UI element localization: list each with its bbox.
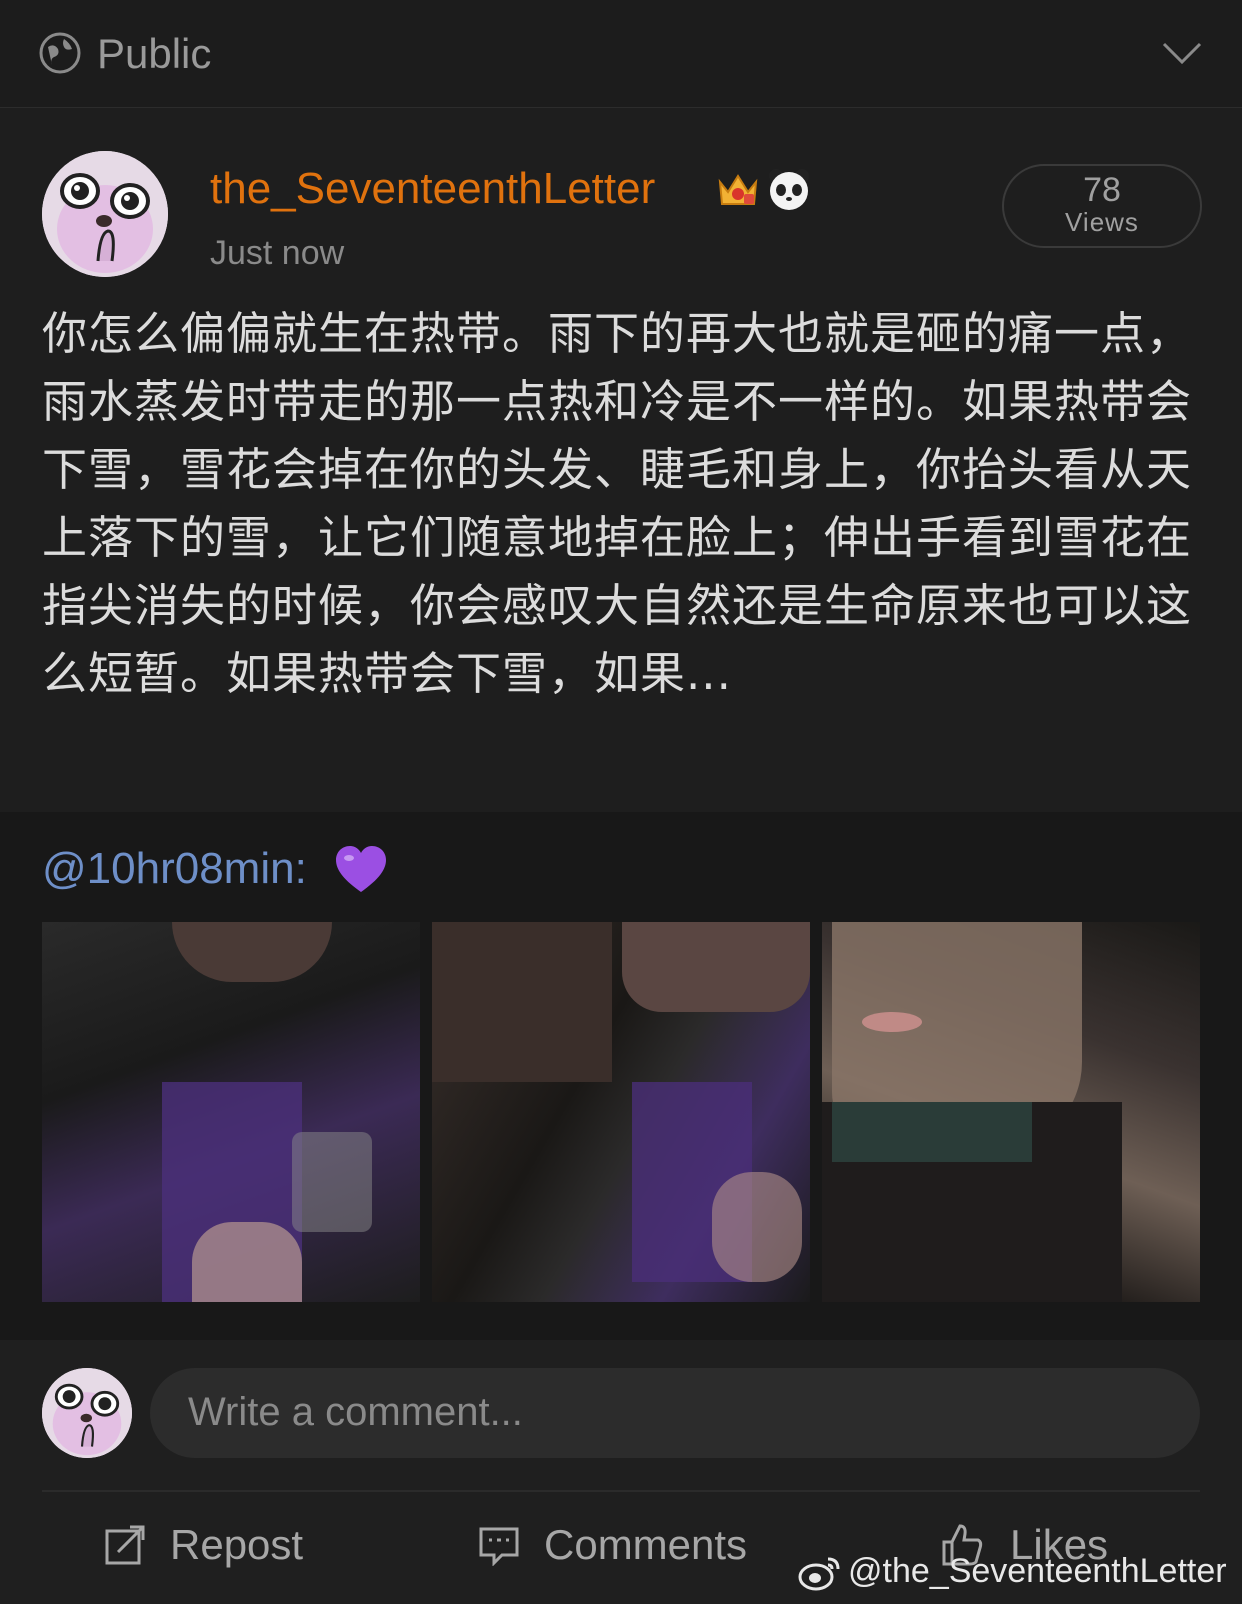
repost-label: Repost <box>170 1521 304 1568</box>
weibo-watermark: @the_SeventeenthLetter <box>798 1552 1227 1591</box>
views-count: 78 <box>1083 171 1121 209</box>
views-label: Views <box>1065 207 1139 237</box>
post-body-text[interactable]: 你怎么偏偏就生在热带。雨下的再大也就是砸的痛一点，雨水蒸发时带走的那一点热和冷是… <box>42 300 1192 708</box>
chevron-down-icon[interactable] <box>1162 40 1202 66</box>
comment-icon <box>479 1527 519 1566</box>
comment-placeholder: Write a comment... <box>188 1390 523 1434</box>
photo-2[interactable] <box>432 922 810 1302</box>
post-card: the_SeventeenthLetter Just now 78 Views … <box>0 108 1242 812</box>
repost-icon <box>105 1525 145 1565</box>
divider <box>42 1490 1200 1492</box>
avatar[interactable] <box>42 151 168 277</box>
visibility-bar[interactable]: Public <box>0 0 1242 108</box>
comments-button[interactable]: Comments <box>478 1510 747 1580</box>
crown-badge-icon <box>718 174 758 205</box>
username[interactable]: the_SeventeenthLetter <box>210 164 655 214</box>
panda-icon <box>769 169 809 210</box>
timestamp: Just now <box>210 234 345 272</box>
purple-heart-icon <box>336 846 386 892</box>
photo-grid <box>42 922 1200 1302</box>
reposted-content[interactable]: @10hr08min: <box>0 812 1242 1340</box>
visibility-label: Public <box>97 30 212 77</box>
comments-label: Comments <box>544 1521 748 1568</box>
avatar <box>42 1368 132 1458</box>
weibo-logo-icon <box>798 1557 840 1590</box>
watermark-text: @the_SeventeenthLetter <box>848 1552 1227 1590</box>
photo-1[interactable] <box>42 922 420 1302</box>
mention-link[interactable]: @10hr08min: <box>42 844 307 894</box>
repost-button[interactable]: Repost <box>104 1510 303 1580</box>
views-badge: 78 Views <box>1002 164 1202 248</box>
globe-icon <box>39 32 81 74</box>
photo-3[interactable] <box>822 922 1200 1302</box>
